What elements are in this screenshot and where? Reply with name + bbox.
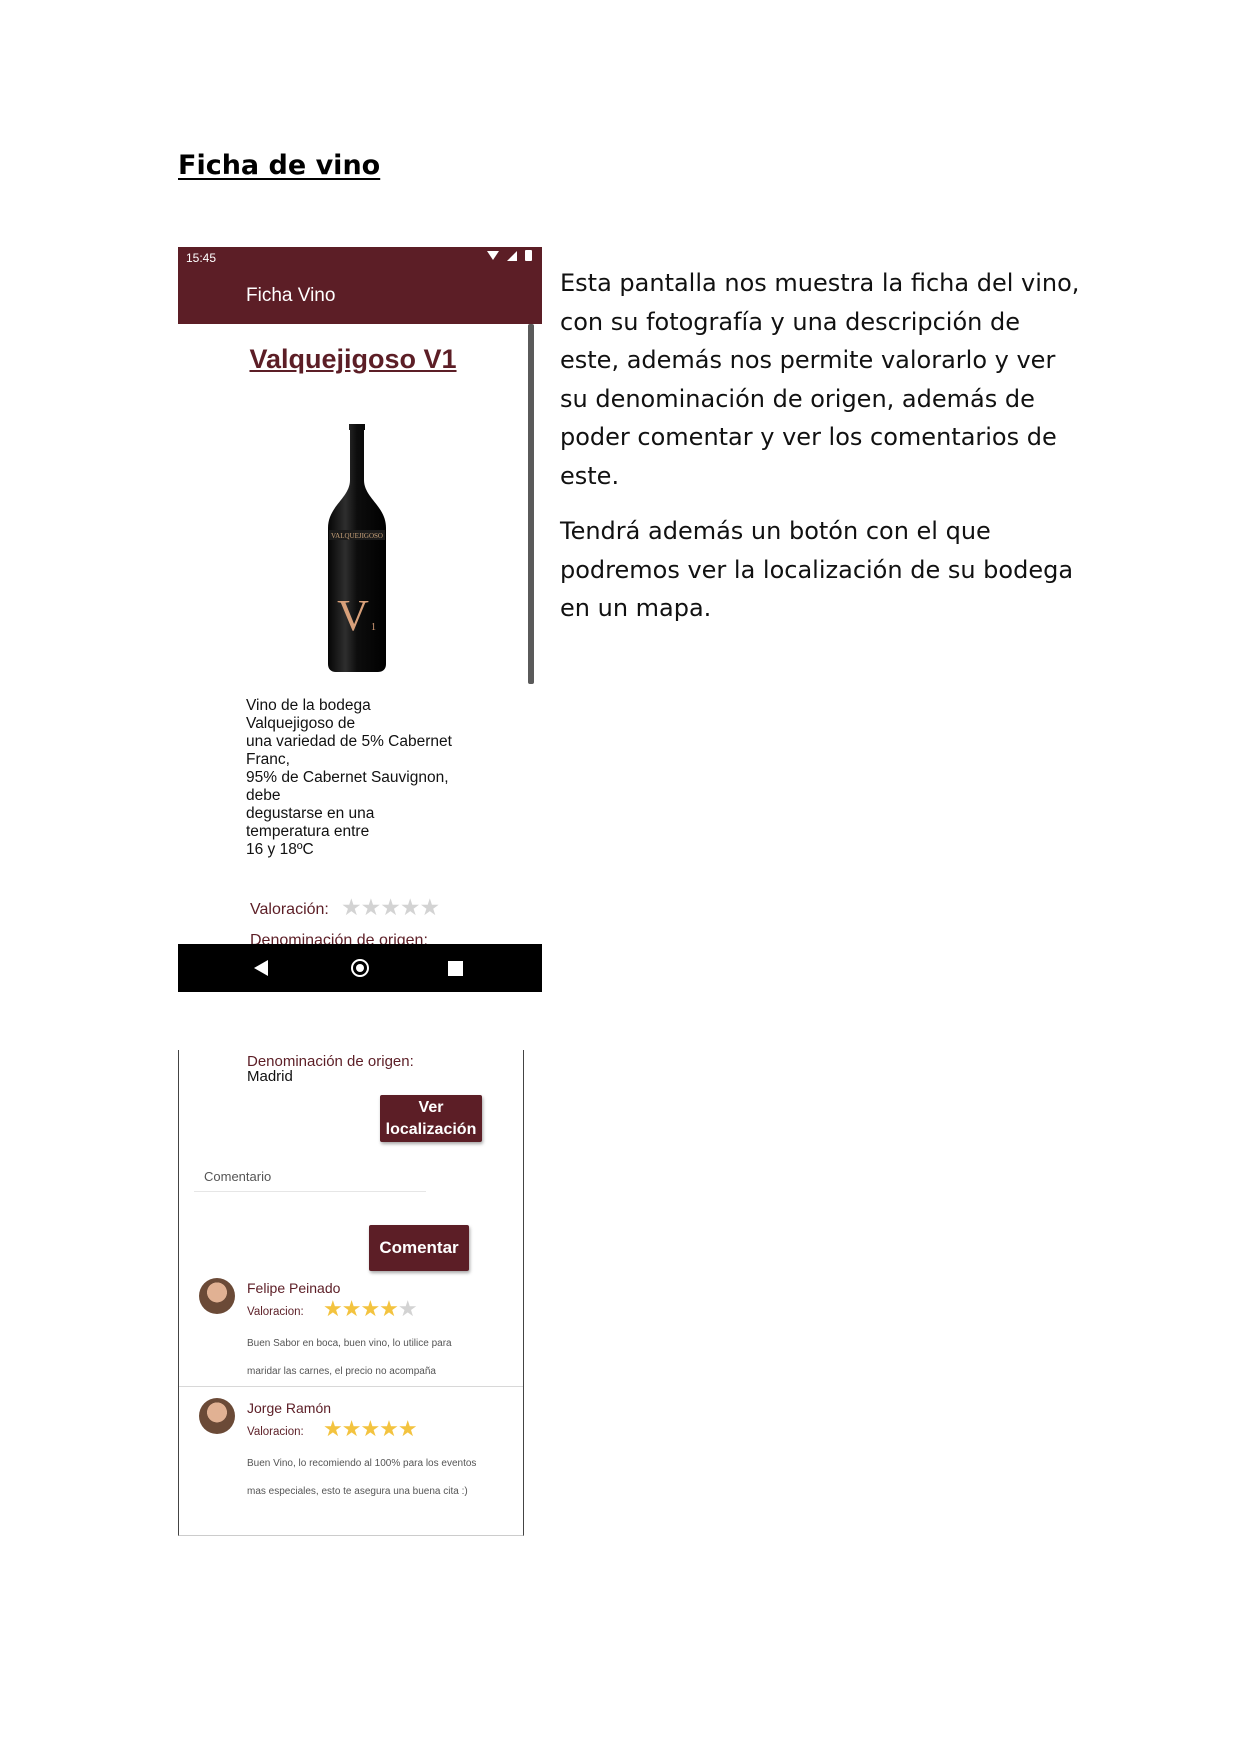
review-text: Buen Vino, lo recomiendo al 100% para lo… bbox=[247, 1458, 477, 1497]
review-rating-label: Valoracion: bbox=[247, 1306, 304, 1318]
signal-icon bbox=[507, 250, 517, 261]
back-icon[interactable] bbox=[254, 960, 268, 976]
review-item: Felipe Peinado Valoracion: ★★★★★ Buen Sa… bbox=[179, 1268, 523, 1387]
reviewer-name: Jorge Ramón bbox=[247, 1400, 332, 1416]
wine-detail-screenshot: 15:45 Ficha Vino Valquejigoso V1 VALQUEJ… bbox=[178, 247, 542, 992]
scrollbar[interactable] bbox=[528, 324, 534, 684]
status-time: 15:45 bbox=[186, 251, 217, 265]
document-description: Esta pantalla nos muestra la ficha del v… bbox=[560, 264, 1080, 645]
wine-description: Vino de la bodega Valquejigoso de una va… bbox=[246, 697, 452, 858]
avatar bbox=[199, 1398, 235, 1434]
star-empty-icon: ★ bbox=[397, 1296, 418, 1321]
recent-apps-icon[interactable] bbox=[448, 961, 463, 976]
app-title: Ficha Vino bbox=[246, 285, 336, 306]
battery-icon bbox=[525, 250, 532, 261]
wine-comments-screenshot: Denominación de origen: Madrid Ver local… bbox=[178, 1050, 524, 1536]
review-stars: ★★★★★ bbox=[323, 1296, 418, 1322]
rating-label: Valoración: bbox=[250, 901, 329, 918]
wine-bottle-image: VALQUEJIGOSO V 1 bbox=[328, 424, 386, 672]
review-stars: ★★★★★ bbox=[323, 1416, 418, 1442]
denomination-value: Madrid bbox=[247, 1068, 293, 1085]
wine-name: Valquejigoso V1 bbox=[249, 344, 457, 374]
review-text: Buen Sabor en boca, buen vino, lo utilic… bbox=[247, 1338, 452, 1377]
bottle-label-text: VALQUEJIGOSO bbox=[331, 532, 383, 540]
document-title: Ficha de vino bbox=[178, 150, 381, 181]
system-nav-bar bbox=[178, 944, 542, 992]
review-item: Jorge Ramón Valoracion: ★★★★★ Buen Vino,… bbox=[179, 1388, 523, 1508]
status-icons bbox=[487, 250, 532, 261]
star-filled-icon: ★★★★★ bbox=[323, 1416, 418, 1441]
review-rating-label: Valoracion: bbox=[247, 1426, 304, 1438]
bottle-label-mark: V bbox=[337, 591, 369, 640]
bottle-label-sub: 1 bbox=[371, 622, 376, 633]
wifi-icon bbox=[487, 251, 499, 260]
rating-stars-input[interactable]: ★★★★★ bbox=[341, 894, 440, 921]
view-location-button[interactable]: Ver localización bbox=[380, 1095, 482, 1142]
description-paragraph: Esta pantalla nos muestra la ficha del v… bbox=[560, 269, 1080, 490]
status-bar: 15:45 bbox=[178, 247, 542, 267]
reviewer-name: Felipe Peinado bbox=[247, 1280, 341, 1296]
app-bar: Ficha Vino bbox=[178, 267, 542, 324]
comment-input[interactable] bbox=[194, 1162, 426, 1192]
home-icon[interactable] bbox=[351, 959, 369, 977]
description-paragraph: Tendrá además un botón con el que podrem… bbox=[560, 517, 1074, 622]
avatar bbox=[199, 1278, 235, 1314]
comment-button[interactable]: Comentar bbox=[369, 1225, 469, 1271]
star-filled-icon: ★★★★ bbox=[323, 1296, 399, 1321]
